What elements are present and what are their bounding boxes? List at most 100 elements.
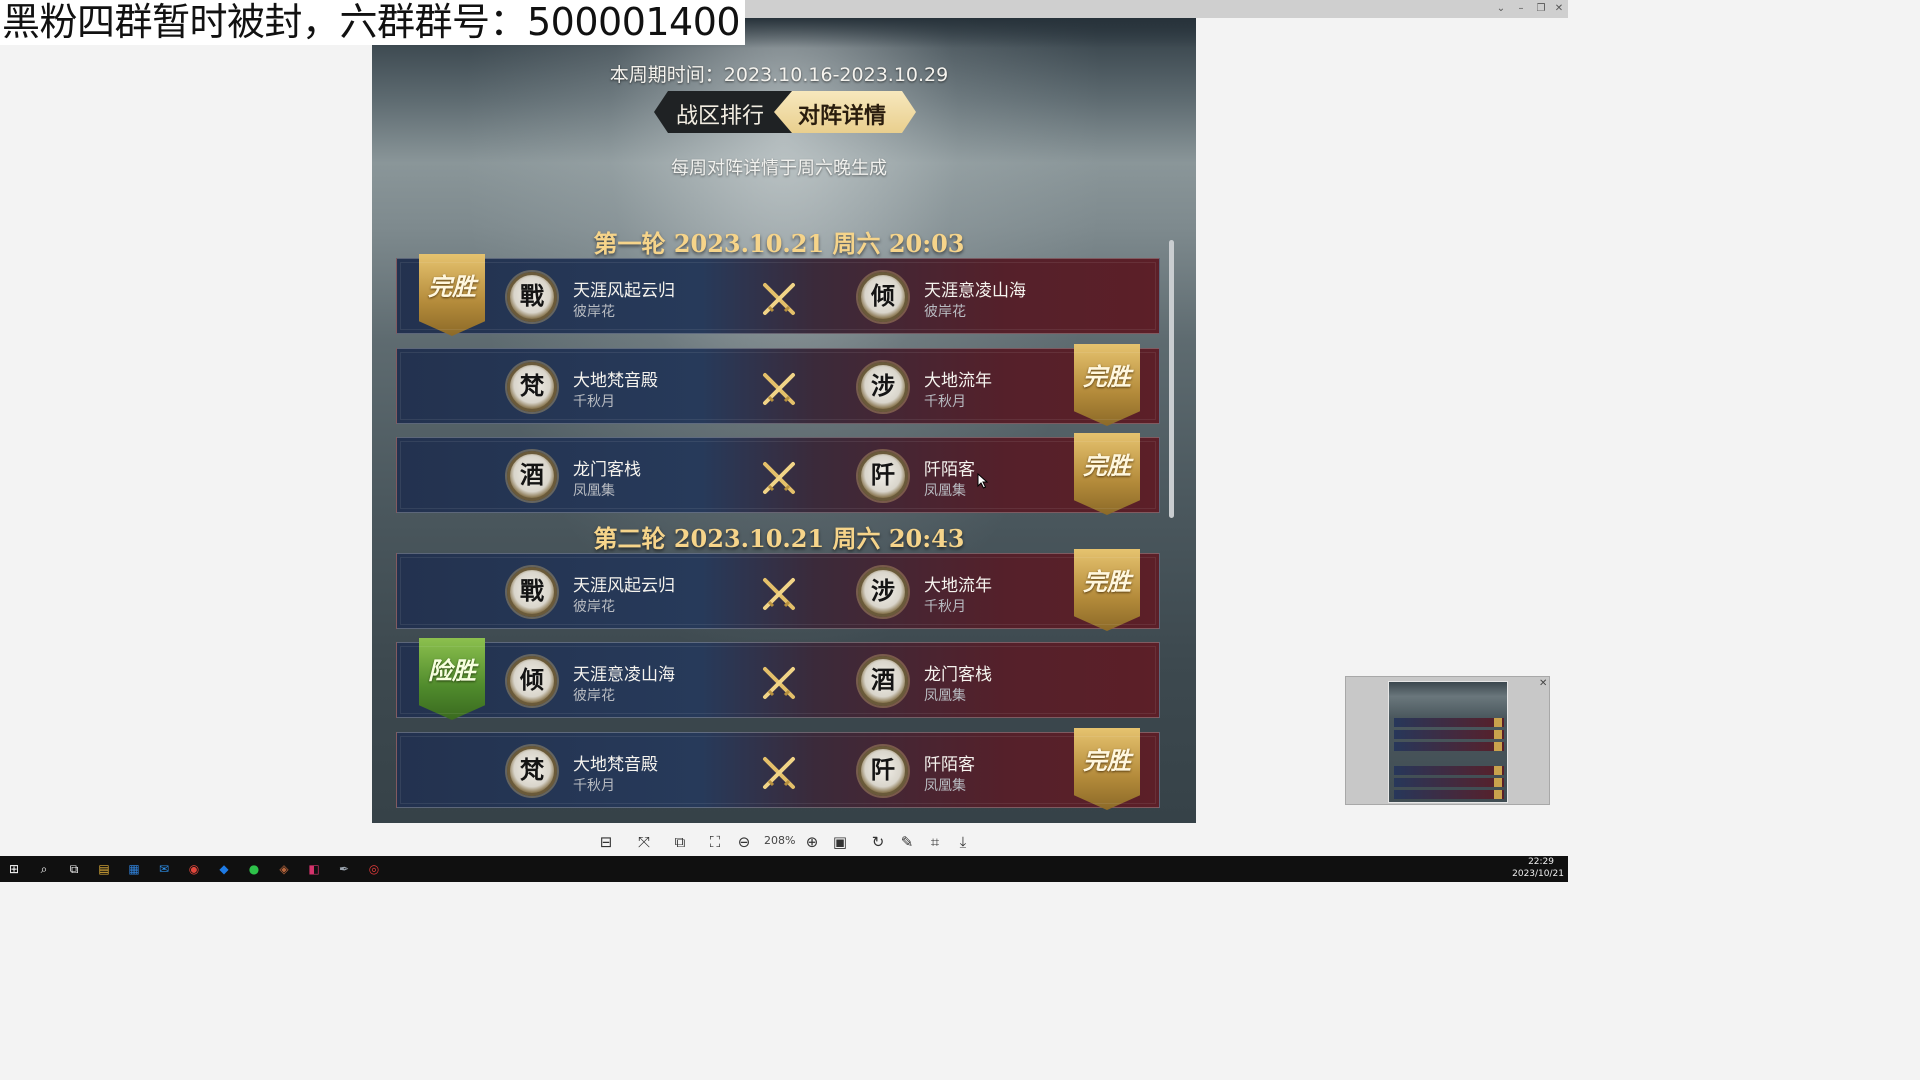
navigator-close-icon[interactable]: ✕ (1539, 678, 1547, 689)
zoom-out-icon[interactable]: ⊖ (734, 832, 754, 852)
server-name: 彼岸花 (573, 599, 615, 615)
banner-text: 黑粉四群暂时被封，六群群号：500001400 (2, 0, 741, 44)
guild-emblem: 阡 (858, 746, 908, 796)
guild-emblem: 戰 (507, 567, 557, 617)
game-client-icon[interactable]: ◈ (275, 860, 293, 878)
guild-name: 阡陌客 (924, 755, 975, 775)
image-viewer-canvas[interactable]: 本周期时间：2023.10.16-2023.10.29 战区排行 对阵详情 每周… (372, 18, 1196, 823)
navigator-row-badge (1494, 790, 1502, 799)
minimize-button[interactable]: – (1512, 1, 1530, 17)
actual-size-icon[interactable]: ⛶ (705, 832, 725, 852)
maximize-button[interactable]: ❐ (1532, 1, 1550, 17)
match-row[interactable]: 险胜倾天涯意凌山海 彼岸花 酒龙门客栈 凤凰集 (396, 638, 1160, 720)
store-icon[interactable]: ▦ (125, 860, 143, 878)
guild-emblem: 梵 (507, 362, 557, 412)
task-view-icon[interactable]: ⧉ (65, 860, 83, 878)
taskbar: 22:29 2023/10/21 ⊞ ⌕ ⧉ ▤ ▦ ✉ ◉ ◆ ● ◈ ◧ ✒ ◎ (0, 856, 1568, 882)
guild-name: 龙门客栈 (573, 460, 641, 480)
file-explorer-icon[interactable]: ▤ (95, 860, 113, 878)
viewer-toolbar: 208% ⊟ ⤧ ⧉ ⛶ ⊖ ⊕ ▣ ↻ ✎ ⌗ ⤓ (590, 830, 980, 854)
app-pink-icon[interactable]: ◧ (305, 860, 323, 878)
collapse-icon[interactable]: ⌄ (1492, 1, 1510, 17)
match-row[interactable]: 完胜酒龙门客栈 凤凰集阡阡陌客 凤凰集 (396, 433, 1160, 515)
navigator-row-badge (1494, 730, 1502, 739)
compare-icon[interactable]: ⧉ (670, 832, 690, 852)
result-badge: 完胜 (419, 254, 485, 336)
tab-ranking-label: 战区排行 (676, 104, 765, 129)
crossed-swords-icon (763, 283, 795, 315)
match-row[interactable]: 完胜 梵大地梵音殿 千秋月 阡阡陌客 凤凰集 (396, 728, 1160, 810)
server-name: 凤凰集 (924, 778, 966, 794)
server-name: 凤凰集 (924, 688, 966, 704)
match-row[interactable]: 完胜 戰天涯风起云归 彼岸花 涉大地流年 千秋月 (396, 549, 1160, 631)
guild-emblem: 涉 (858, 362, 908, 412)
round-2-title: 第二轮 2023.10.21 周六 20:43 (593, 524, 965, 553)
server-name: 凤凰集 (924, 483, 966, 499)
scrollbar[interactable] (1169, 240, 1174, 518)
navigator-row (1394, 730, 1504, 739)
guild-name: 大地梵音殿 (573, 371, 658, 391)
app-blue-icon[interactable]: ◆ (215, 860, 233, 878)
close-button[interactable]: ✕ (1550, 1, 1568, 17)
guild-emblem: 酒 (507, 451, 557, 501)
navigator-thumbnail[interactable] (1388, 681, 1508, 803)
guild-name: 大地流年 (924, 371, 992, 391)
app-red-icon[interactable]: ◎ (365, 860, 383, 878)
schedule-notice: 每周对阵详情于周六晚生成 (671, 158, 887, 179)
fit-screen-icon[interactable]: ⤧ (634, 832, 654, 852)
chrome-icon[interactable]: ◉ (185, 860, 203, 878)
guild-name: 龙门客栈 (924, 665, 992, 685)
guild-name: 天涯意凌山海 (924, 281, 1026, 301)
stream-banner: 黑粉四群暂时被封，六群群号：500001400 (0, 0, 745, 45)
mail-icon[interactable]: ✉ (155, 860, 173, 878)
start-icon[interactable]: ⊞ (5, 860, 23, 878)
zoom-in-icon[interactable]: ⊕ (802, 832, 822, 852)
crossed-swords-icon (763, 462, 795, 494)
match-row[interactable]: 完胜梵大地梵音殿 千秋月涉大地流年 千秋月 (396, 344, 1160, 426)
tab-match-details-label: 对阵详情 (798, 104, 887, 129)
navigator-row (1394, 766, 1504, 775)
server-name: 凤凰集 (573, 483, 615, 499)
guild-name: 大地流年 (924, 576, 992, 596)
crop-icon[interactable]: ⌗ (925, 832, 945, 852)
search-icon[interactable]: ⌕ (35, 860, 53, 878)
guild-name: 天涯风起云归 (573, 281, 675, 301)
edit-icon[interactable]: ✎ (897, 832, 917, 852)
navigator-row (1394, 742, 1504, 751)
guild-name: 大地梵音殿 (573, 755, 658, 775)
navigator-panel[interactable]: ✕ (1345, 676, 1550, 805)
result-badge: 完胜 (1074, 433, 1140, 515)
match-row[interactable]: 完胜戰天涯风起云归 彼岸花倾天涯意凌山海 彼岸花 (396, 254, 1160, 336)
thumbnail-view-icon[interactable]: ⊟ (596, 832, 616, 852)
guild-name: 天涯风起云归 (573, 576, 675, 596)
app-feather-icon[interactable]: ✒ (335, 860, 353, 878)
guild-emblem: 阡 (858, 451, 908, 501)
download-icon[interactable]: ⤓ (953, 832, 973, 852)
result-badge: 完胜 (1074, 549, 1140, 631)
server-name: 彼岸花 (573, 304, 615, 320)
navigator-row-badge (1494, 778, 1502, 787)
navigator-row (1394, 778, 1504, 787)
crossed-swords-icon (763, 667, 795, 699)
guild-emblem: 戰 (507, 272, 557, 322)
round-1-title: 第一轮 2023.10.21 周六 20:03 (593, 229, 965, 258)
guild-emblem: 倾 (507, 656, 557, 706)
tab-match-details[interactable]: 对阵详情 (774, 91, 916, 133)
one-to-one-icon[interactable]: ▣ (830, 832, 850, 852)
mouse-cursor-icon (977, 473, 989, 489)
server-name: 千秋月 (573, 394, 615, 410)
navigator-row (1394, 718, 1504, 727)
result-badge: 完胜 (1074, 344, 1140, 426)
navigator-row-badge (1494, 718, 1502, 727)
server-name: 千秋月 (924, 599, 966, 615)
clock-date[interactable]: 2023/10/21 (1512, 869, 1564, 879)
guild-emblem: 梵 (507, 746, 557, 796)
tab-ranking[interactable]: 战区排行 (654, 91, 794, 133)
wechat-icon[interactable]: ● (245, 860, 263, 878)
clock-time[interactable]: 22:29 (1528, 857, 1554, 867)
zoom-level[interactable]: 208% (764, 834, 795, 847)
server-name: 彼岸花 (924, 304, 966, 320)
rotate-icon[interactable]: ↻ (868, 832, 888, 852)
crossed-swords-icon (763, 757, 795, 789)
guild-name: 天涯意凌山海 (573, 665, 675, 685)
